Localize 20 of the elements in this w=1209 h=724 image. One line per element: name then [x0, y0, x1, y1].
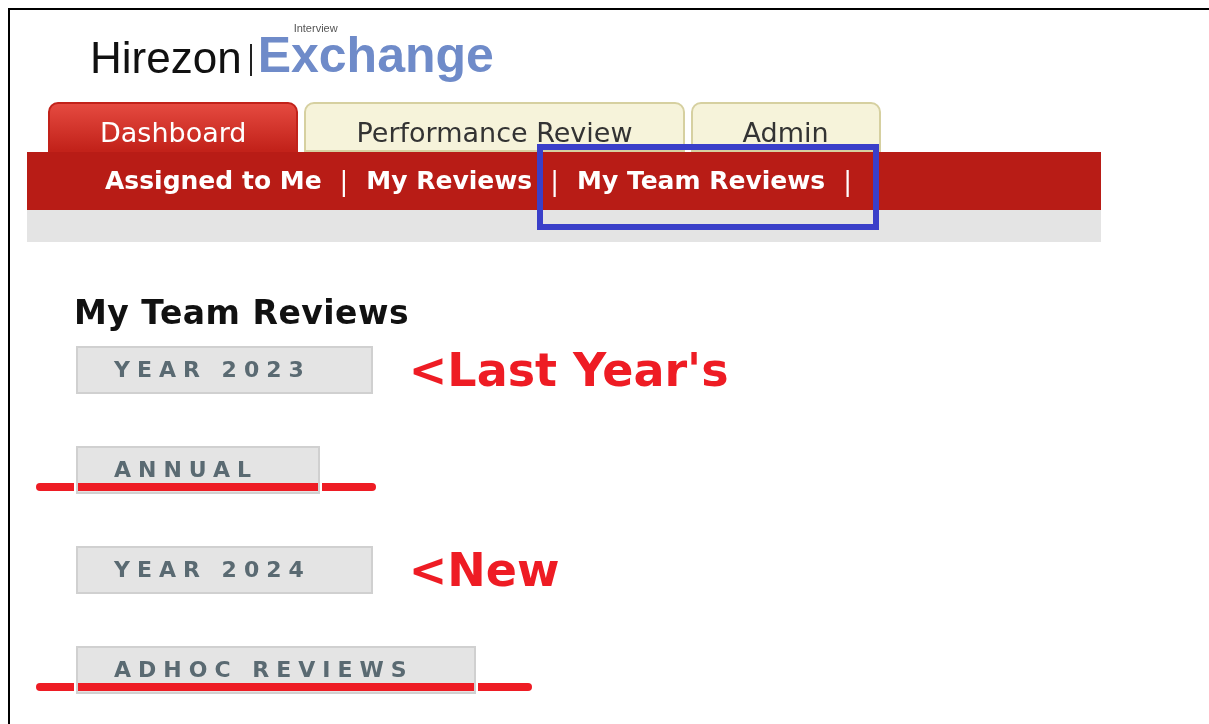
nav-tab[interactable]: Performance Review	[304, 102, 685, 152]
subnav-link[interactable]: My Reviews	[366, 162, 533, 200]
annotation-text: <Last Year's	[408, 346, 729, 393]
separator: |	[339, 164, 349, 199]
subnav-link[interactable]: Assigned to Me	[105, 162, 322, 200]
page-heading: My Team Reviews	[74, 292, 411, 334]
subnav-link[interactable]: My Team Reviews	[577, 162, 826, 200]
strike-line	[36, 482, 74, 491]
nav-tab[interactable]: Dashboard	[48, 102, 299, 152]
annotation-text: <New	[408, 546, 560, 593]
logo-brand: Hirezon	[90, 36, 242, 80]
review-button[interactable]: ADHOC REVIEWS	[76, 645, 476, 694]
separator: |	[550, 164, 559, 199]
strike-line	[36, 682, 74, 691]
review-button[interactable]: YEAR 2024	[76, 545, 373, 594]
separator: |	[843, 164, 852, 199]
review-button[interactable]: ANNUAL	[76, 445, 321, 494]
review-button[interactable]: YEAR 2023	[76, 345, 373, 394]
logo-divider	[249, 44, 252, 76]
logo-subtitle: Interview	[293, 23, 339, 34]
